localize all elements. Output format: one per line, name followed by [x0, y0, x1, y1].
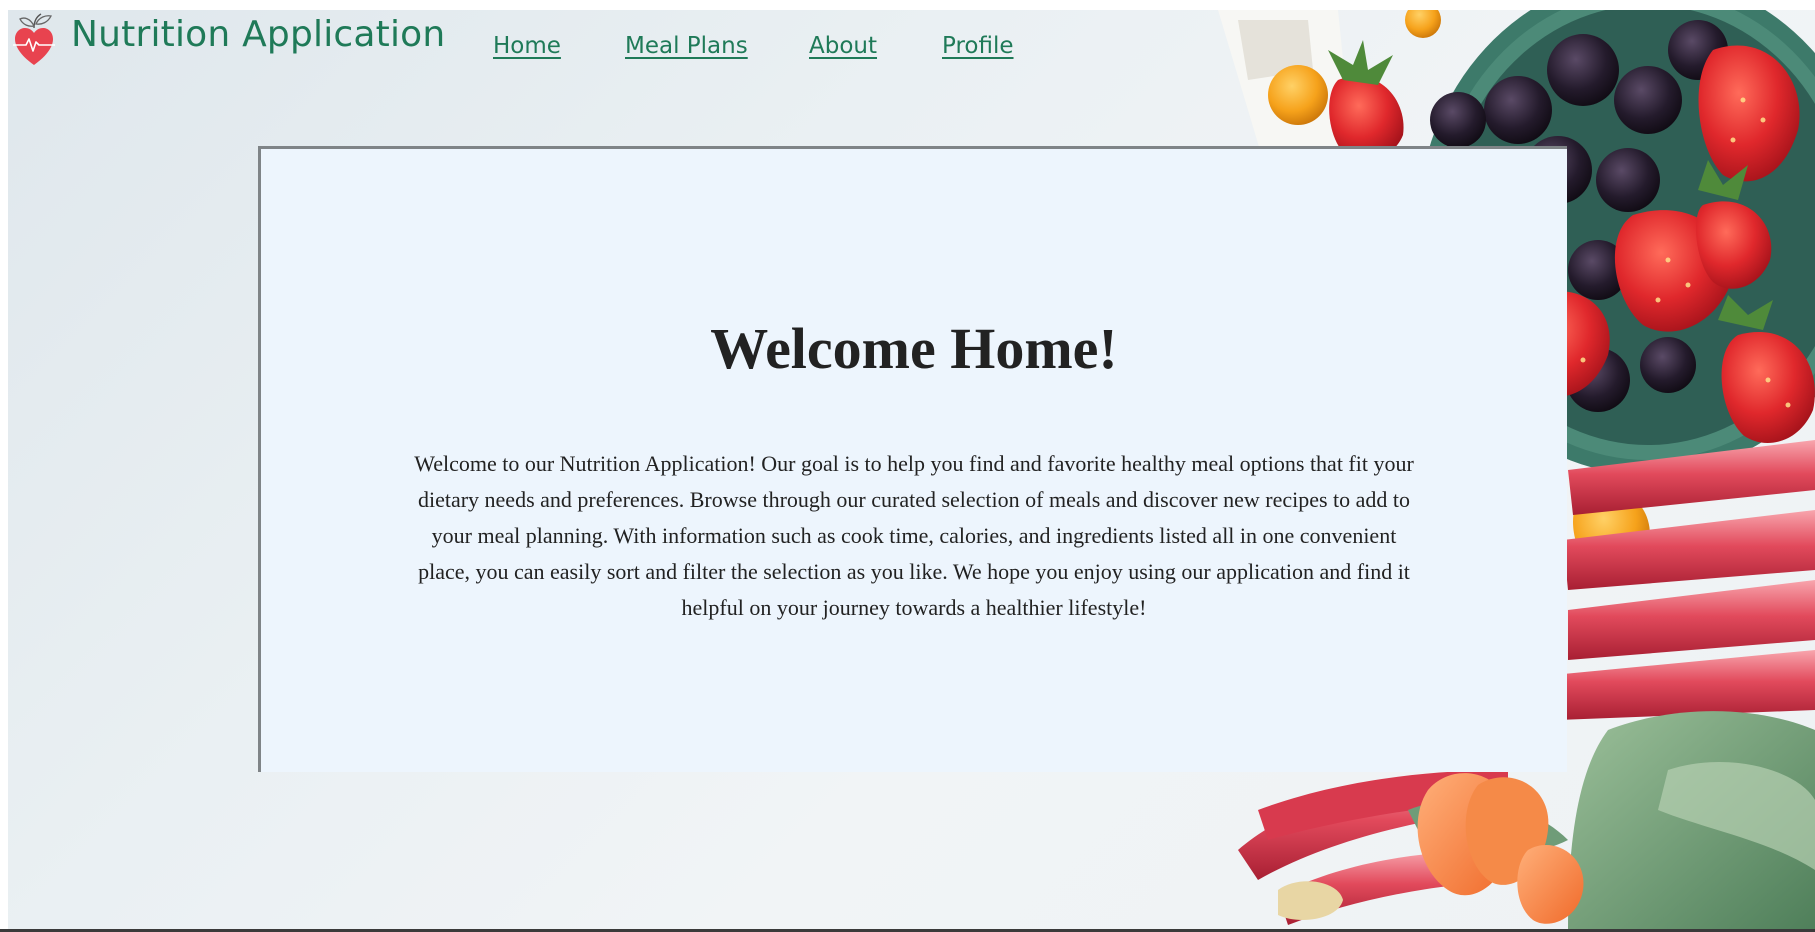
- nav-about-link[interactable]: About: [809, 33, 877, 59]
- top-header: Nutrition Application Home Meal Plans Ab…: [8, 10, 1108, 80]
- app-title: Nutrition Application: [71, 14, 446, 55]
- welcome-heading: Welcome Home!: [710, 316, 1118, 381]
- nav-profile-link[interactable]: Profile: [942, 33, 1014, 59]
- heart-leaf-icon[interactable]: [12, 12, 56, 68]
- welcome-description: Welcome to our Nutrition Application! Ou…: [414, 451, 1414, 620]
- nav-meal-plans-link[interactable]: Meal Plans: [625, 33, 748, 59]
- nav-home-link[interactable]: Home: [493, 33, 561, 59]
- page-background: Nutrition Application Home Meal Plans Ab…: [8, 10, 1815, 930]
- welcome-card: Welcome Home! Welcome to our Nutrition A…: [258, 146, 1567, 772]
